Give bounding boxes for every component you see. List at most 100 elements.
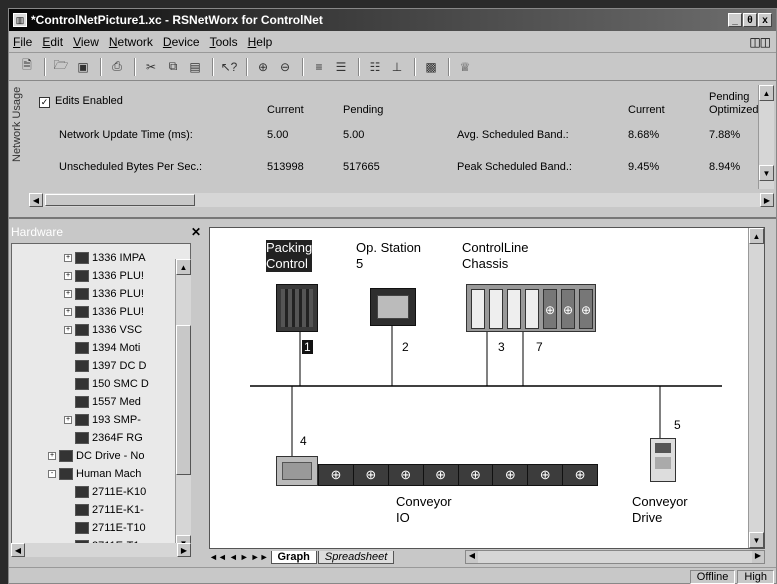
- paste-icon[interactable]: ▤: [185, 57, 205, 77]
- device-icon: [75, 395, 89, 408]
- list-view-icon[interactable]: ☰: [331, 57, 351, 77]
- device-icon: [75, 485, 89, 498]
- network-graph[interactable]: Packing Control 1 Op. Station 5 2 ControlL…: [209, 227, 765, 549]
- hardware-tree-item[interactable]: 2711E-T10: [64, 520, 146, 535]
- menu-view[interactable]: View: [73, 35, 99, 49]
- scroll-up-icon[interactable]: ▲: [176, 259, 191, 275]
- controlline-chassis-device[interactable]: ⊕ ⊕ ⊕: [466, 284, 596, 332]
- hardware-tree-item[interactable]: +1336 PLU!: [64, 286, 144, 301]
- scroll-right-icon[interactable]: ▶: [752, 551, 764, 563]
- packing-control-device[interactable]: [276, 284, 318, 332]
- graph-vertical-scrollbar[interactable]: ▲ ▼: [748, 228, 764, 548]
- usage-vertical-scrollbar[interactable]: ▲ ▼: [758, 85, 774, 189]
- conveyor-io-label: Conveyor IO: [396, 494, 452, 525]
- node-number-7: 7: [536, 340, 543, 354]
- tree-item-label: 2711E-K1-: [92, 503, 144, 516]
- tab-next-button[interactable]: ►: [240, 552, 249, 562]
- new-document-icon[interactable]: 🗎: [17, 57, 37, 77]
- expand-icon[interactable]: +: [64, 325, 72, 334]
- expand-icon[interactable]: +: [64, 415, 72, 424]
- graph-horizontal-scrollbar[interactable]: ◀ ▶: [465, 550, 765, 564]
- op-station-label: Op. Station 5: [356, 240, 422, 271]
- properties-icon[interactable]: ▩: [421, 57, 441, 77]
- scroll-right-icon[interactable]: ▶: [177, 543, 191, 557]
- hardware-tree-item[interactable]: +1336 PLU!: [64, 268, 144, 283]
- expand-icon[interactable]: +: [64, 307, 72, 316]
- print-icon[interactable]: ⎙: [107, 57, 127, 77]
- hardware-tree-item[interactable]: 150 SMC D: [64, 376, 149, 391]
- toolbar-separator: [100, 57, 102, 76]
- hardware-tree-item[interactable]: 1397 DC D: [64, 358, 146, 373]
- tree-vertical-scrollbar[interactable]: ▲ ▼: [175, 259, 191, 553]
- conveyor-io-rack[interactable]: ⊕ ⊕ ⊕ ⊕ ⊕ ⊕ ⊕ ⊕: [318, 464, 598, 486]
- zoom-in-icon[interactable]: ⊕: [253, 57, 273, 77]
- status-bar: Offline High: [9, 567, 776, 584]
- menu-tools[interactable]: Tools: [210, 35, 238, 49]
- mdi-restore-icon[interactable]: ◫◫: [749, 35, 771, 49]
- hardware-tree-item[interactable]: +1336 PLU!: [64, 304, 144, 319]
- menu-file[interactable]: File: [13, 35, 32, 49]
- tab-spreadsheet[interactable]: Spreadsheet: [317, 550, 395, 564]
- expand-icon[interactable]: +: [48, 451, 56, 460]
- scroll-down-icon[interactable]: ▼: [759, 165, 774, 181]
- hardware-tree-item[interactable]: 2711E-K10: [64, 484, 146, 499]
- hardware-tree-item[interactable]: - Human Mach: [48, 466, 141, 481]
- tab-last-button[interactable]: ►►: [251, 552, 269, 562]
- collapse-icon[interactable]: -: [48, 469, 56, 478]
- hardware-tree-item[interactable]: + DC Drive - No: [48, 448, 144, 463]
- copy-icon[interactable]: ⧉: [163, 57, 183, 77]
- tree-item-label: 193 SMP-: [92, 413, 141, 426]
- hardware-tree-item[interactable]: 2364F RG: [64, 430, 143, 445]
- scroll-left-icon[interactable]: ◀: [466, 551, 478, 563]
- node-number-2: 2: [402, 340, 409, 354]
- topology-icon[interactable]: ⊥: [387, 57, 407, 77]
- tab-graph[interactable]: Graph: [270, 550, 317, 564]
- minimize-button[interactable]: _: [728, 13, 742, 27]
- hardware-tree-item[interactable]: 1394 Moti: [64, 340, 140, 355]
- menu-edit[interactable]: Edit: [42, 35, 63, 49]
- close-panel-icon[interactable]: ✕: [191, 225, 201, 239]
- open-folder-icon[interactable]: 🗁: [51, 57, 71, 77]
- tab-prev-button[interactable]: ◄: [229, 552, 238, 562]
- scroll-up-icon[interactable]: ▲: [759, 85, 774, 101]
- menu-help[interactable]: Help: [248, 35, 273, 49]
- hardware-tree-item[interactable]: +193 SMP-: [64, 412, 141, 427]
- expand-icon[interactable]: +: [64, 253, 72, 262]
- expand-icon[interactable]: +: [64, 289, 72, 298]
- close-button[interactable]: x: [758, 13, 772, 27]
- hardware-tree-item[interactable]: 1557 Med: [64, 394, 141, 409]
- conveyor-drive-device[interactable]: [650, 438, 676, 482]
- scroll-thumb[interactable]: [176, 325, 191, 475]
- op-station-device[interactable]: [370, 288, 416, 326]
- conveyor-io-adapter[interactable]: [276, 456, 318, 486]
- cut-icon[interactable]: ✂: [141, 57, 161, 77]
- usage-horizontal-scrollbar[interactable]: ◀ ▶: [29, 193, 774, 207]
- device-icon: [75, 287, 89, 300]
- menu-network[interactable]: Network: [109, 35, 153, 49]
- hardware-tree-item[interactable]: +1336 IMPA: [64, 250, 146, 265]
- scroll-right-icon[interactable]: ▶: [760, 193, 774, 207]
- zoom-out-icon[interactable]: ⊖: [275, 57, 295, 77]
- expand-icon[interactable]: +: [64, 271, 72, 280]
- online-icon[interactable]: ♕: [455, 57, 475, 77]
- edits-enabled-checkbox[interactable]: ✓ Edits Enabled: [39, 95, 123, 108]
- restore-button[interactable]: θ: [743, 13, 757, 27]
- scroll-left-icon[interactable]: ◀: [29, 193, 43, 207]
- tree-view-icon[interactable]: ≡: [309, 57, 329, 77]
- scroll-up-icon[interactable]: ▲: [749, 228, 764, 244]
- tree-item-label: 1336 PLU!: [92, 287, 144, 300]
- hardware-tree[interactable]: +1336 IMPA +1336 PLU! +1336 PLU! +1336 PLU!…: [11, 243, 191, 555]
- tab-first-button[interactable]: ◄◄: [209, 552, 227, 562]
- menu-device[interactable]: Device: [163, 35, 200, 49]
- tree-horizontal-scrollbar[interactable]: ◀ ▶: [11, 543, 191, 557]
- hardware-tree-item[interactable]: +1336 VSC: [64, 322, 142, 337]
- hardware-tree-item[interactable]: 2711E-K1-: [64, 502, 144, 517]
- unscheduled-bytes-label: Unscheduled Bytes Per Sec.:: [59, 161, 203, 173]
- scroll-thumb[interactable]: [45, 194, 195, 206]
- help-pointer-icon[interactable]: ↖?: [219, 57, 239, 77]
- checkmark-icon[interactable]: ✓: [39, 97, 50, 108]
- scroll-left-icon[interactable]: ◀: [11, 543, 25, 557]
- save-icon[interactable]: ▣: [73, 57, 93, 77]
- network-config-icon[interactable]: ☷: [365, 57, 385, 77]
- scroll-down-icon[interactable]: ▼: [749, 532, 764, 548]
